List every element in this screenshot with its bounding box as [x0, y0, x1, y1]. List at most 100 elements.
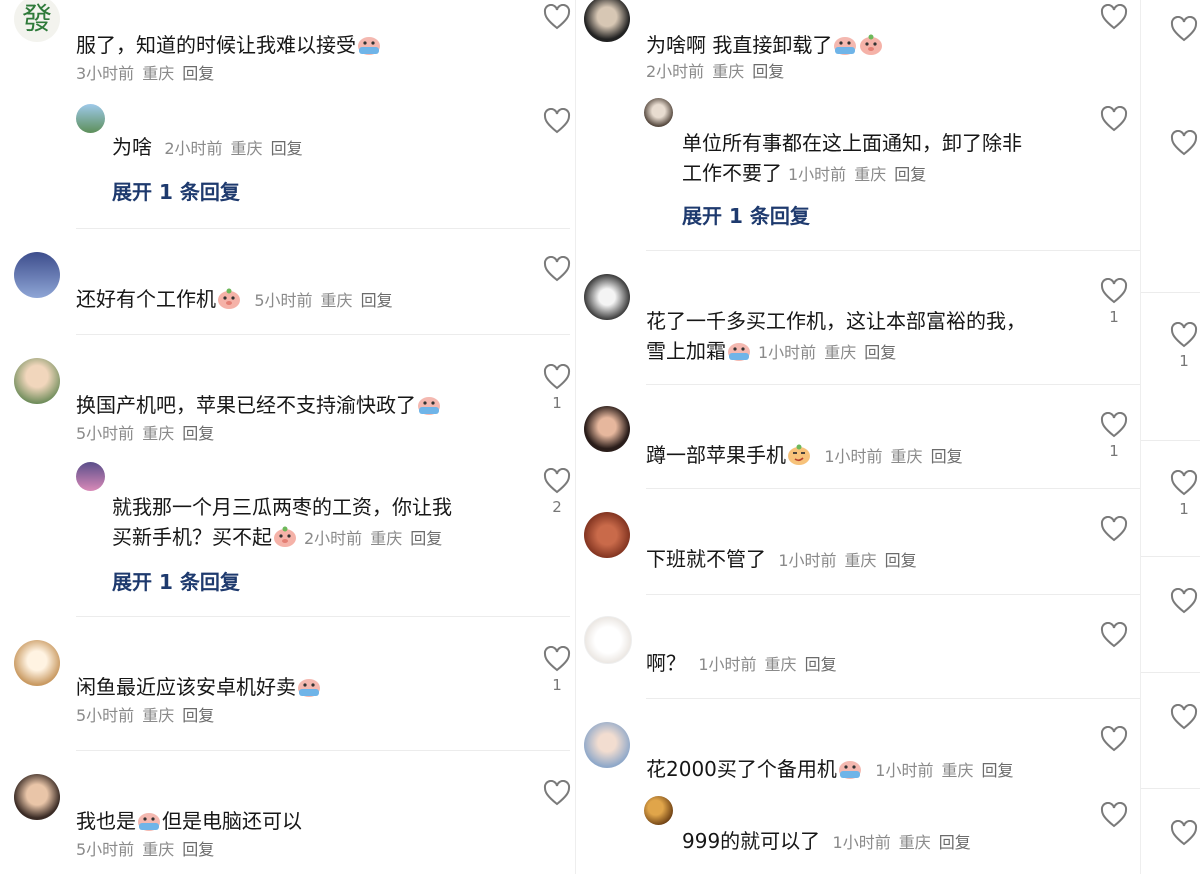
like-button[interactable]	[1097, 516, 1131, 542]
avatar[interactable]	[584, 512, 630, 558]
divider	[1141, 788, 1200, 789]
reply-button[interactable]: 回复	[805, 655, 837, 674]
avatar[interactable]	[644, 98, 673, 127]
like-button[interactable]	[1097, 4, 1131, 30]
divider	[1141, 556, 1200, 557]
reply-button[interactable]: 回复	[410, 529, 442, 548]
divider	[646, 698, 1141, 699]
comment-text: 花了一千多买工作机，这让本部富裕的我， 雪上加霜 1小时前 重庆 回复	[646, 309, 1026, 363]
avatar[interactable]	[14, 252, 60, 298]
like-button[interactable]	[1167, 16, 1200, 42]
avatar[interactable]	[14, 358, 60, 404]
like-button[interactable]	[1167, 588, 1200, 614]
divider	[646, 594, 1141, 595]
like-button[interactable]	[1167, 130, 1200, 156]
reply-button[interactable]: 回复	[885, 551, 917, 570]
reply-button[interactable]: 回复	[182, 424, 214, 443]
expand-replies-button[interactable]: 展开 1 条回复	[682, 200, 810, 229]
expand-replies-button[interactable]: 展开 1 条回复	[112, 566, 240, 595]
comment-time: 5小时前	[76, 424, 135, 443]
reply-button[interactable]: 回复	[939, 833, 971, 852]
heart-icon	[1097, 4, 1131, 30]
divider	[76, 616, 570, 617]
heart-icon	[1097, 516, 1131, 542]
comment-time: 2小时前	[646, 62, 705, 81]
avatar[interactable]	[584, 0, 630, 42]
like-button[interactable]	[540, 108, 574, 134]
reply-text: 为啥 2小时前 重庆 回复	[112, 135, 303, 159]
comment-location: 重庆	[142, 706, 175, 725]
like-button[interactable]: 1	[1167, 470, 1200, 518]
heart-icon	[1097, 106, 1131, 132]
like-button[interactable]	[540, 4, 574, 30]
like-button[interactable]	[540, 780, 574, 806]
avatar[interactable]	[584, 274, 630, 320]
like-button[interactable]: 1	[1097, 412, 1131, 460]
comment-time: 5小时前	[76, 840, 135, 859]
avatar[interactable]: 發	[14, 0, 60, 42]
comment-meta: 3小时前 重庆 回复	[76, 62, 222, 86]
like-button[interactable]: 2	[540, 468, 574, 516]
heart-icon	[1097, 802, 1131, 828]
pig-face-emoji	[218, 288, 240, 309]
heart-icon	[1167, 820, 1200, 846]
heart-icon	[1167, 16, 1200, 42]
avatar[interactable]	[584, 406, 630, 452]
like-button[interactable]	[540, 256, 574, 282]
reply-button[interactable]: 回复	[752, 62, 784, 81]
comment-time: 1小时前	[824, 447, 883, 466]
comment-column-1: 發 服了，知道的时候让我难以接受 3小时前 重庆 回复 为啥 2小时前 重庆 回复 展开…	[0, 0, 575, 874]
comment-location: 重庆	[844, 551, 877, 570]
comment-time: 1小时前	[758, 343, 817, 362]
comment-location: 重庆	[320, 291, 353, 310]
heart-icon	[540, 780, 574, 806]
comment-meta: 5小时前 重庆 回复	[76, 422, 222, 446]
avatar[interactable]	[584, 616, 632, 664]
like-button[interactable]	[1097, 106, 1131, 132]
like-button[interactable]: 1	[1167, 322, 1200, 370]
smirk-face-emoji	[788, 444, 810, 465]
heart-icon	[540, 108, 574, 134]
like-count: 1	[1179, 500, 1189, 518]
avatar[interactable]	[584, 722, 630, 768]
like-button[interactable]: 1	[1097, 278, 1131, 326]
heart-icon	[1167, 470, 1200, 496]
reply-button[interactable]: 回复	[981, 761, 1013, 780]
avatar[interactable]	[76, 104, 105, 133]
crying-face-emoji	[298, 679, 320, 697]
avatar[interactable]	[14, 774, 60, 820]
comment-column-2: 为啥啊 我直接卸载了 2小时前 重庆 回复 单位所有事都在这上面通知，卸了除非 工作…	[575, 0, 1141, 874]
reply-button[interactable]: 回复	[361, 291, 393, 310]
reply-button[interactable]: 回复	[894, 165, 926, 184]
fa-character-avatar: 發	[22, 2, 52, 37]
reply-button[interactable]: 回复	[182, 840, 214, 859]
reply-button[interactable]: 回复	[271, 139, 303, 158]
comment-time: 1小时前	[875, 761, 934, 780]
avatar[interactable]	[76, 462, 105, 491]
like-button[interactable]	[1097, 622, 1131, 648]
reply-button[interactable]: 回复	[182, 64, 214, 83]
heart-icon	[1097, 278, 1131, 304]
heart-icon	[1097, 622, 1131, 648]
avatar[interactable]	[644, 796, 673, 825]
reply-button[interactable]: 回复	[931, 447, 963, 466]
like-button[interactable]	[1097, 802, 1131, 828]
reply-button[interactable]: 回复	[864, 343, 896, 362]
avatar[interactable]	[14, 640, 60, 686]
reply-button[interactable]: 回复	[182, 706, 214, 725]
like-count: 1	[552, 394, 562, 412]
like-button[interactable]	[1167, 820, 1200, 846]
comment-time: 1小时前	[832, 833, 891, 852]
like-button[interactable]: 1	[540, 364, 574, 412]
comment-text: 闲鱼最近应该安卓机好卖	[76, 672, 322, 702]
like-button[interactable]	[1167, 704, 1200, 730]
divider	[1141, 440, 1200, 441]
like-count: 2	[552, 498, 562, 516]
like-button[interactable]	[1097, 726, 1131, 752]
comment-text: 我也是 但是电脑还可以	[76, 809, 302, 833]
expand-replies-button[interactable]: 展开 1 条回复	[112, 176, 240, 205]
comment-location: 重庆	[824, 343, 857, 362]
like-button[interactable]: 1	[540, 646, 574, 694]
pig-face-emoji	[274, 526, 296, 547]
heart-icon	[540, 468, 574, 494]
